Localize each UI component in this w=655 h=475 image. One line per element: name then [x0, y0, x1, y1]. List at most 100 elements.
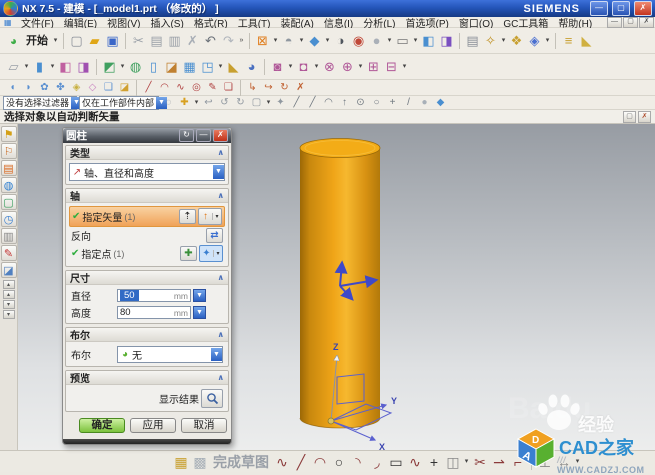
dialog-title-bar[interactable]: 圆柱 ↻ — ✗: [63, 128, 231, 143]
text-curve-icon[interactable]: ✎: [205, 81, 220, 94]
subtract-caret-icon[interactable]: ▾: [313, 58, 320, 76]
fit-view-icon[interactable]: ⊠: [254, 32, 271, 50]
system-info-tab[interactable]: ▥: [1, 228, 17, 244]
diameter-input[interactable]: 50 mm: [117, 289, 191, 302]
offset-curve-icon[interactable]: ↪: [261, 81, 276, 94]
boolean-collapse-icon[interactable]: ∧: [218, 330, 225, 339]
line-curve-icon[interactable]: ╱: [141, 81, 156, 94]
sew-icon[interactable]: ⊕: [339, 58, 356, 76]
sketch-env-icon[interactable]: ▦: [172, 453, 190, 471]
profile-icon[interactable]: ∿: [273, 453, 291, 471]
arc-curve-icon[interactable]: ◠: [157, 81, 172, 94]
maximize-button[interactable]: ▢: [612, 1, 630, 16]
preview-collapse-icon[interactable]: ∧: [218, 373, 225, 382]
roles-tab[interactable]: ◪: [1, 262, 17, 278]
axis-collapse-icon[interactable]: ∧: [218, 191, 225, 200]
selection-filter-combo[interactable]: 没有选择过滤器 ▼: [3, 96, 77, 110]
pattern-curve-icon[interactable]: ❏: [221, 81, 236, 94]
point-dialog-button[interactable]: ✚: [180, 246, 197, 261]
unite-icon[interactable]: ◙: [269, 58, 286, 76]
type-combo[interactable]: ↗ 轴、直径和高度 ▼: [69, 163, 225, 181]
start-caret-icon[interactable]: ▾: [52, 32, 59, 50]
height-options-caret-icon[interactable]: ▼: [193, 306, 206, 319]
cylinder-caret-icon[interactable]: ▾: [49, 58, 56, 76]
snap-scatter-icon[interactable]: ✦: [273, 96, 288, 109]
internet-explorer-tab[interactable]: ◍: [1, 177, 17, 193]
save-icon[interactable]: ▣: [104, 32, 121, 50]
start-button-label[interactable]: 开始: [23, 32, 51, 50]
boolean-section-header[interactable]: 布尔 ∧: [66, 328, 228, 342]
snap-caret-icon[interactable]: ▾: [193, 96, 200, 109]
display-caret-icon[interactable]: ▾: [544, 32, 551, 50]
shaded-caret-icon[interactable]: ▾: [324, 32, 331, 50]
dimensions-collapse-icon[interactable]: ∧: [218, 273, 225, 282]
orient-view-icon[interactable]: ◧: [420, 32, 437, 50]
rail-scroll-bottom-icon[interactable]: ▾: [3, 310, 15, 319]
snap-tangent-icon[interactable]: ◠: [321, 96, 336, 109]
doc-close-button[interactable]: ✗: [639, 17, 654, 28]
point-type-combo[interactable]: ✦ ▾: [199, 245, 223, 262]
dimension-caret-icon[interactable]: ▾: [574, 453, 581, 471]
apply-button[interactable]: 应用: [130, 418, 176, 433]
pattern-feature-icon[interactable]: ▦: [181, 58, 198, 76]
emboss-icon[interactable]: ⊞: [365, 58, 382, 76]
ok-button[interactable]: 确定: [79, 418, 125, 433]
copy-icon[interactable]: ▤: [148, 32, 165, 50]
make-corner-icon[interactable]: ⌐: [509, 453, 527, 471]
dialog-footer-grip[interactable]: [63, 439, 231, 444]
type-combo-caret-icon[interactable]: ▼: [213, 165, 224, 179]
chamfer-sketch-icon[interactable]: ◞: [368, 453, 386, 471]
doc-restore-button[interactable]: ▢: [623, 17, 638, 28]
dimensions-section-header[interactable]: 尺寸 ∧: [66, 271, 228, 285]
history-tab[interactable]: ◷: [1, 211, 17, 227]
measure-icon[interactable]: ≡: [560, 32, 577, 50]
delete-icon[interactable]: ✗: [184, 32, 201, 50]
snap-plus-icon[interactable]: +: [385, 96, 400, 109]
cone-icon[interactable]: ◨: [75, 58, 92, 76]
shell-caret-icon[interactable]: ▾: [217, 58, 224, 76]
rail-scroll-top-icon[interactable]: ▴: [3, 280, 15, 289]
bridge-curve-icon[interactable]: ↳: [245, 81, 260, 94]
thicken-icon[interactable]: ❑: [101, 81, 116, 94]
type-collapse-icon[interactable]: ∧: [218, 148, 225, 157]
layer-settings-icon[interactable]: ▤: [464, 32, 481, 50]
dialog-reset-icon[interactable]: ↻: [179, 129, 194, 142]
cancel-button[interactable]: 取消: [181, 418, 227, 433]
intersect-icon[interactable]: ⊗: [321, 58, 338, 76]
assembly-navigator-tab[interactable]: ⚑: [1, 126, 17, 142]
dialog-minimize-icon[interactable]: —: [196, 129, 211, 142]
height-input[interactable]: 80 mm: [117, 306, 191, 319]
window-caret-icon[interactable]: ▾: [386, 32, 393, 50]
rect-caret-icon[interactable]: ▾: [265, 96, 272, 109]
orbit-icon[interactable]: ↺: [217, 96, 232, 109]
rect-select-icon[interactable]: ▢: [249, 96, 264, 109]
constraint-icon[interactable]: ⊥: [536, 453, 554, 471]
half-shade-view-icon[interactable]: ◑: [332, 32, 349, 50]
start-logo-icon[interactable]: ◕: [5, 32, 22, 50]
redo-icon[interactable]: ↷: [220, 32, 237, 50]
intersect-curve-icon[interactable]: ✗: [293, 81, 308, 94]
wireframe-view-icon[interactable]: ●: [368, 32, 385, 50]
offset-face-icon[interactable]: ⊟: [383, 58, 400, 76]
sew-caret-icon[interactable]: ▾: [357, 58, 364, 76]
chamfer-icon[interactable]: ◣: [225, 58, 242, 76]
prompt-close-icon[interactable]: ✗: [638, 111, 651, 123]
orient-caret-icon[interactable]: ▾: [412, 32, 419, 50]
new-file-icon[interactable]: ▢: [68, 32, 85, 50]
boolean-combo-caret-icon[interactable]: ▼: [211, 348, 222, 361]
doc-minimize-button[interactable]: —: [607, 17, 622, 28]
dimension-icon[interactable]: ↔: [555, 453, 573, 471]
shell-icon[interactable]: ◳: [199, 58, 216, 76]
snap-point-menu-icon[interactable]: ✚: [177, 96, 192, 109]
offset-curve-sketch-icon[interactable]: ◫: [444, 453, 462, 471]
wcs-dynamics-icon[interactable]: ✧: [482, 32, 499, 50]
unite-caret-icon[interactable]: ▾: [287, 58, 294, 76]
prompt-dock-icon[interactable]: ▢: [623, 111, 636, 123]
snap-arrow-icon[interactable]: ↑: [337, 96, 352, 109]
snap-circle-icon[interactable]: ○: [369, 96, 384, 109]
quick-trim-icon[interactable]: ✂: [471, 453, 489, 471]
snap-endpoint-icon[interactable]: ╱: [289, 96, 304, 109]
extrude-caret-icon[interactable]: ▾: [119, 58, 126, 76]
project-curve-icon[interactable]: ↻: [277, 81, 292, 94]
fillet-icon[interactable]: ◝: [349, 453, 367, 471]
